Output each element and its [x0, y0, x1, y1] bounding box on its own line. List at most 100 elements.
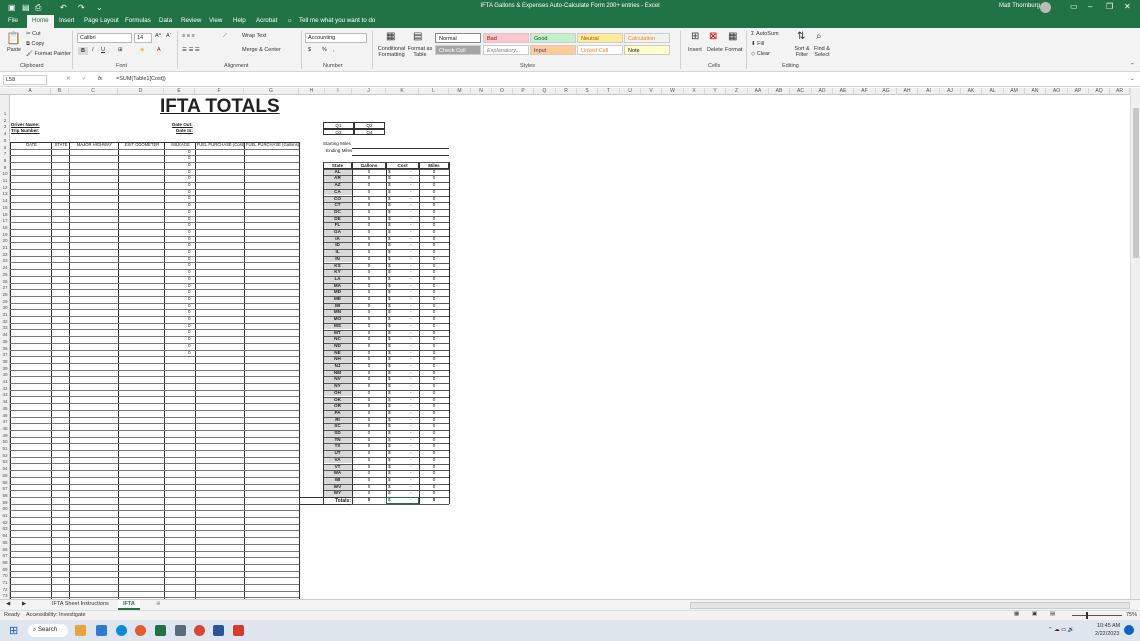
row-header[interactable]: 66 — [0, 547, 10, 554]
row-header[interactable]: 67 — [0, 553, 10, 560]
tab-view[interactable]: View — [209, 17, 222, 24]
scroll-thumb[interactable] — [1133, 108, 1139, 258]
column-header[interactable]: X — [684, 88, 705, 95]
row-header[interactable]: 49 — [0, 433, 10, 440]
row-header[interactable]: 72 — [0, 587, 10, 594]
column-header[interactable]: AP — [1068, 88, 1089, 95]
borders-icon[interactable]: ⊞ — [118, 47, 123, 53]
column-header[interactable]: V — [641, 88, 662, 95]
avatar[interactable] — [1040, 2, 1051, 13]
row-header[interactable]: 32 — [0, 319, 10, 326]
column-header[interactable]: H — [299, 88, 325, 95]
excel-icon[interactable] — [155, 625, 166, 636]
style-linked-cell[interactable]: Linked Cell — [577, 45, 623, 55]
row-header[interactable]: 2 — [0, 118, 10, 125]
cut-button[interactable]: ✂ Cut — [26, 31, 41, 37]
column-header[interactable]: AF — [854, 88, 876, 95]
column-header[interactable]: Q — [534, 88, 556, 95]
column-header[interactable]: AK — [961, 88, 982, 95]
row-header[interactable]: 48 — [0, 426, 10, 433]
column-header[interactable]: AN — [1025, 88, 1046, 95]
copy-button[interactable]: ⧉ Copy — [26, 41, 44, 48]
column-header[interactable]: E — [164, 88, 195, 95]
column-header[interactable]: AH — [897, 88, 918, 95]
ribbon-display-icon[interactable]: ▭ — [1070, 2, 1078, 11]
row-header[interactable]: 70 — [0, 573, 10, 580]
row-header[interactable]: 60 — [0, 506, 10, 513]
row-header[interactable]: 43 — [0, 392, 10, 399]
column-header[interactable]: G — [244, 88, 299, 95]
sheet-tab-ifta[interactable]: IFTA — [118, 600, 140, 610]
row-header[interactable]: 69 — [0, 567, 10, 574]
column-header[interactable]: T — [598, 88, 620, 95]
grow-font-icon[interactable]: A^ — [155, 33, 161, 39]
selected-cell[interactable] — [386, 497, 419, 504]
fx-icon[interactable]: fx — [98, 76, 102, 82]
font-name-select[interactable]: Calibri — [77, 33, 132, 43]
comma-button[interactable]: , — [333, 47, 335, 53]
row-header[interactable]: 24 — [0, 265, 10, 272]
acrobat-icon[interactable] — [233, 625, 244, 636]
column-header[interactable]: AG — [876, 88, 897, 95]
row-header[interactable]: 8 — [0, 158, 10, 165]
align-center-icon[interactable]: ☰ ☰ ☰ — [182, 47, 200, 53]
percent-button[interactable]: % — [322, 47, 327, 53]
row-header[interactable]: 16 — [0, 212, 10, 219]
column-header[interactable]: AB — [769, 88, 790, 95]
row-header[interactable]: 53 — [0, 459, 10, 466]
tab-home[interactable]: Home — [27, 15, 54, 28]
row-header[interactable]: 27 — [0, 285, 10, 292]
style-bad[interactable]: Bad — [483, 33, 529, 43]
row-header[interactable]: 1 — [0, 111, 10, 118]
fill-color-icon[interactable]: ◈ — [140, 47, 144, 53]
orientation-icon[interactable]: ⟋ — [223, 33, 227, 40]
row-header[interactable]: 4 — [0, 131, 10, 138]
row-header[interactable]: 5 — [0, 138, 10, 145]
bold-button[interactable]: B — [78, 47, 88, 55]
row-header[interactable]: 45 — [0, 406, 10, 413]
column-header[interactable]: B — [51, 88, 69, 95]
notifications-icon[interactable] — [1124, 625, 1134, 635]
format-painter-button[interactable]: 🖌 Format Painter — [26, 51, 71, 57]
collapse-ribbon-icon[interactable]: ⌃ — [1130, 63, 1135, 69]
expand-formula-icon[interactable]: ⌄ — [1130, 76, 1135, 82]
row-header[interactable]: 20 — [0, 238, 10, 245]
shrink-font-icon[interactable]: Aˇ — [166, 33, 172, 39]
zoom-slider[interactable] — [1072, 615, 1122, 616]
row-header[interactable]: 50 — [0, 439, 10, 446]
align-top-icon[interactable]: ≡ ≡ ≡ — [182, 33, 195, 39]
row-header[interactable]: 9 — [0, 165, 10, 172]
word-icon[interactable] — [213, 625, 224, 636]
merge-center-button[interactable]: Merge & Center — [242, 47, 281, 53]
format-as-table-button[interactable]: Format as Table — [405, 46, 435, 58]
row-header[interactable]: 58 — [0, 493, 10, 500]
row-header[interactable]: 15 — [0, 205, 10, 212]
column-header[interactable]: I — [325, 88, 352, 95]
row-header[interactable]: 54 — [0, 466, 10, 473]
wrap-text-button[interactable]: Wrap Text — [242, 33, 267, 39]
file-explorer-icon[interactable] — [75, 625, 86, 636]
delete-cells-button[interactable]: Delete — [707, 47, 723, 53]
name-box[interactable]: L58 — [3, 75, 47, 85]
row-header[interactable]: 63 — [0, 526, 10, 533]
close-icon[interactable]: ✕ — [1124, 2, 1131, 11]
column-header[interactable]: AO — [1046, 88, 1068, 95]
tab-help[interactable]: Help — [233, 17, 246, 24]
tell-me-search[interactable]: Tell me what you want to do — [299, 17, 375, 24]
underline-button[interactable]: U — [101, 47, 105, 53]
tab-insert[interactable]: Insert — [59, 17, 74, 24]
row-header[interactable]: 56 — [0, 480, 10, 487]
restore-icon[interactable]: ❐ — [1106, 2, 1113, 11]
column-header[interactable]: W — [662, 88, 684, 95]
insert-cells-button[interactable]: Insert — [688, 47, 702, 53]
row-header[interactable]: 65 — [0, 540, 10, 547]
column-header[interactable]: AJ — [940, 88, 961, 95]
fill-button[interactable]: ⬇ Fill — [751, 41, 764, 47]
font-color-icon[interactable]: A — [157, 47, 161, 53]
row-header[interactable]: 47 — [0, 419, 10, 426]
enter-icon[interactable]: ✓ — [82, 76, 87, 82]
style-calculation[interactable]: Calculation — [624, 33, 670, 43]
column-header[interactable]: D — [118, 88, 164, 95]
clear-button[interactable]: ◇ Clear — [751, 51, 770, 57]
find-select-button[interactable]: Find & Select — [812, 46, 832, 58]
